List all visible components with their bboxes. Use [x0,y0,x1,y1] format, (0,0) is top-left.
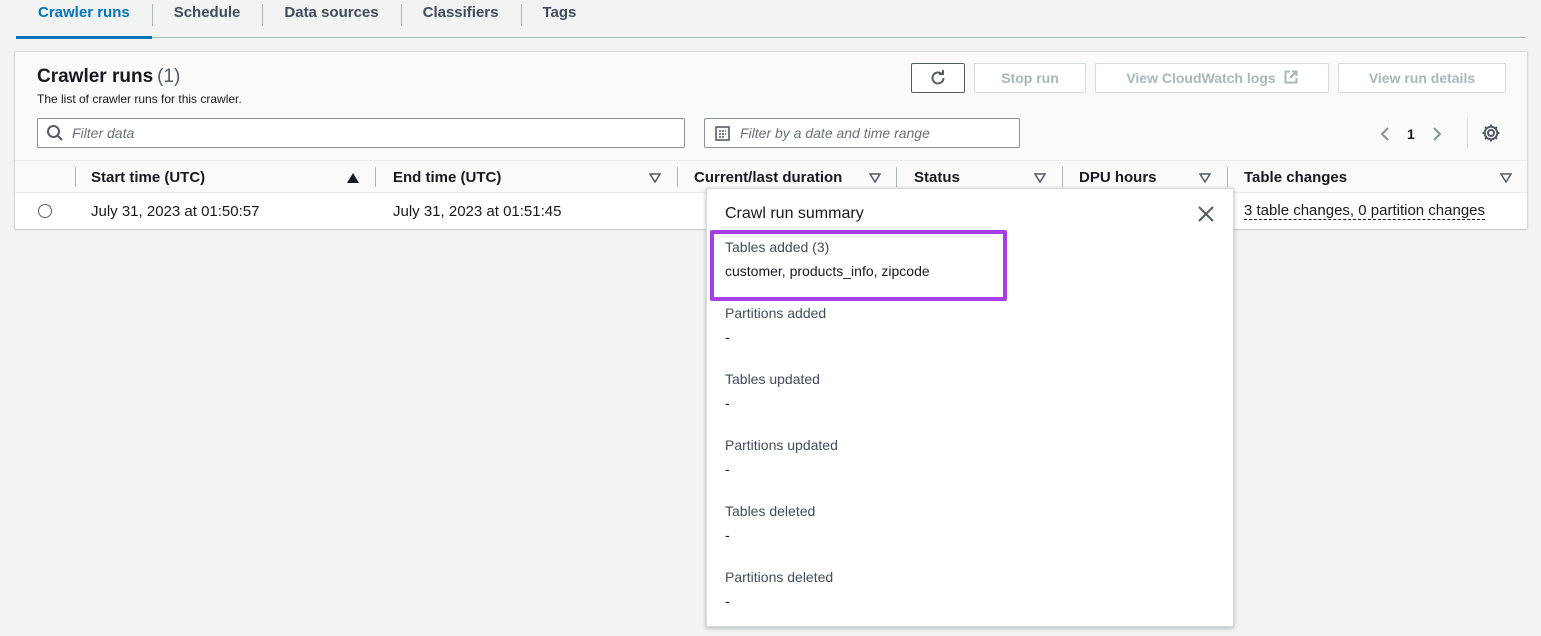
column-label: DPU hours [1079,169,1157,186]
tab-data-sources[interactable]: Data sources [262,0,400,38]
table-changes-link[interactable]: 3 table changes, 0 partition changes [1244,202,1486,220]
section-value: - [725,593,730,609]
sort-icon[interactable] [1500,173,1512,183]
section-value: customer, products_info, zipcode [725,263,930,279]
date-range-placeholder: Filter by a date and time range [740,125,930,141]
panel-subtitle: The list of crawler runs for this crawle… [37,92,242,106]
filter-data-input[interactable]: Filter data [37,118,685,148]
column-label: Status [914,169,960,186]
tab-label: Classifiers [422,3,499,21]
chevron-right-icon[interactable] [1429,126,1445,142]
stop-run-label: Stop run [1001,70,1059,86]
crawl-run-summary-popover: Crawl run summary Tables added (3) custo… [706,188,1234,627]
tab-tags[interactable]: Tags [520,0,599,38]
summary-section-partitions-added: Partitions added - [725,305,826,345]
section-label: Tables updated [725,371,820,387]
panel-header: Crawler runs (1) The list of crawler runs… [15,52,1527,160]
sort-ascending-icon[interactable] [347,173,359,183]
pagination: 1 [1377,122,1445,146]
tab-crawler-runs[interactable]: Crawler runs [16,0,152,39]
view-run-details-button[interactable]: View run details [1338,63,1506,93]
column-divider [896,167,897,187]
section-label: Tables added (3) [725,239,830,255]
summary-section-tables-updated: Tables updated - [725,371,820,411]
sort-icon[interactable] [649,173,661,183]
external-link-icon [1284,70,1298,87]
column-divider [375,167,376,187]
section-label: Partitions deleted [725,569,834,585]
section-value: - [725,527,730,543]
chevron-left-icon[interactable] [1377,126,1393,142]
cell-table-changes: 3 table changes, 0 partition changes [1244,193,1486,229]
column-divider [75,167,76,187]
section-value: - [725,329,730,345]
column-divider [677,167,678,187]
section-value: - [725,461,730,477]
summary-section-tables-deleted: Tables deleted - [725,503,815,543]
sort-icon[interactable] [869,173,881,183]
section-label: Partitions added [725,305,827,321]
column-start-time[interactable]: Start time (UTC) [91,161,361,194]
tab-label: Data sources [284,3,379,21]
section-value: - [725,395,730,411]
tab-classifiers[interactable]: Classifiers [400,0,521,38]
section-label: Partitions updated [725,437,838,453]
refresh-button[interactable] [911,63,965,93]
stop-run-button[interactable]: Stop run [974,63,1086,93]
section-label: Tables deleted [725,503,816,519]
sort-icon[interactable] [1199,173,1211,183]
cell-start-time: July 31, 2023 at 01:50:57 [91,202,260,220]
column-table-changes[interactable]: Table changes [1244,161,1519,194]
column-label: Current/last duration [694,169,843,186]
cell-end-time: July 31, 2023 at 01:51:45 [393,202,562,220]
tab-schedule[interactable]: Schedule [151,0,263,38]
gear-icon[interactable] [1481,123,1501,143]
sort-icon[interactable] [1034,173,1046,183]
panel-count: (1) [157,66,181,87]
close-icon[interactable] [1197,205,1215,223]
panel-title-text: Crawler runs [37,66,154,87]
refresh-icon [929,69,947,87]
divider [1467,118,1468,148]
search-icon [46,124,64,142]
column-end-time[interactable]: End time (UTC) [393,161,673,194]
column-label: Start time (UTC) [91,169,206,186]
column-label: Table changes [1244,169,1348,186]
panel-title: Crawler runs (1) [37,66,180,88]
tab-label: Tags [542,3,577,21]
view-logs-label: View CloudWatch logs [1126,70,1276,86]
page-number[interactable]: 1 [1407,126,1415,142]
date-range-filter[interactable]: Filter by a date and time range [704,118,1020,148]
summary-section-tables-added: Tables added (3) customer, products_info… [725,239,930,279]
summary-section-partitions-updated: Partitions updated - [725,437,838,477]
filter-data-placeholder: Filter data [72,125,135,141]
view-cloudwatch-logs-button[interactable]: View CloudWatch logs [1095,63,1329,93]
tab-label: Schedule [173,3,241,21]
row-select-radio[interactable] [38,204,52,218]
summary-section-partitions-deleted: Partitions deleted - [725,569,833,609]
column-divider [1227,167,1228,187]
view-run-details-label: View run details [1368,70,1476,86]
tab-bar: Crawler runs Schedule Data sources Class… [16,0,1526,39]
column-label: End time (UTC) [393,169,502,186]
popover-title: Crawl run summary [725,205,864,222]
calendar-icon [715,125,730,141]
column-divider [1062,167,1063,187]
tab-label: Crawler runs [38,3,130,21]
